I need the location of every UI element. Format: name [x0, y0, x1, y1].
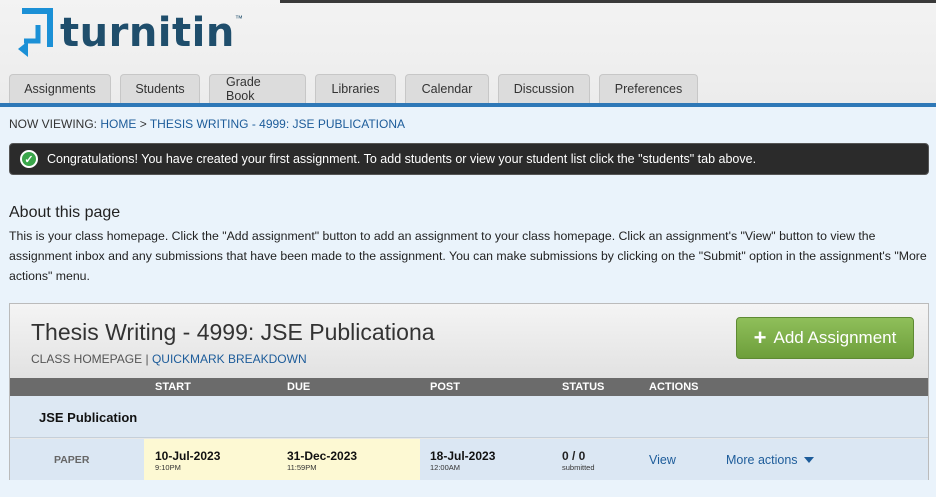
check-circle-icon: ✓	[20, 150, 38, 168]
plus-icon: +	[753, 325, 767, 350]
assignment-group-title: JSE Publication	[39, 410, 138, 425]
class-sub-links: CLASS HOMEPAGE | QUICKMARK BREAKDOWN	[31, 352, 307, 366]
start-date: 10-Jul-2023	[155, 449, 221, 463]
about-title: About this page	[9, 204, 121, 221]
assignment-group: JSE Publication	[10, 396, 928, 438]
about-description: This is your class homepage. Click the "…	[9, 229, 927, 283]
post-time: 12:00AM	[430, 463, 461, 472]
breadcrumb: NOW VIEWING: HOME > THESIS WRITING - 499…	[9, 117, 405, 131]
tab-preferences[interactable]: Preferences	[599, 74, 698, 103]
assignment-table-header: START DUE POST STATUS ACTIONS	[10, 378, 928, 396]
top-edge-shadow	[280, 0, 936, 3]
brand-name: turnitin	[60, 10, 235, 56]
more-actions-label: More actions	[726, 453, 798, 467]
add-assignment-button[interactable]: + Add Assignment	[736, 317, 914, 359]
tab-students[interactable]: Students	[120, 74, 200, 103]
more-actions-menu[interactable]: More actions	[726, 453, 814, 467]
class-homepage-label: CLASS HOMEPAGE	[31, 352, 143, 366]
tab-discussion[interactable]: Discussion	[498, 74, 590, 103]
column-status: STATUS	[562, 381, 605, 393]
class-panel: Thesis Writing - 4999: JSE Publicationa …	[9, 303, 929, 480]
add-assignment-label: Add Assignment	[773, 328, 897, 347]
tab-grade-book[interactable]: Grade Book	[209, 74, 306, 103]
submission-status-label: submitted	[562, 463, 595, 472]
turnitin-logo-icon	[18, 8, 53, 57]
breadcrumb-current-link[interactable]: THESIS WRITING - 4999: JSE PUBLICATIONA	[150, 117, 405, 131]
table-row: PAPER 10-Jul-2023 9:10PM 31-Dec-2023 11:…	[10, 439, 928, 480]
breadcrumb-prefix: NOW VIEWING:	[9, 117, 97, 131]
column-actions: ACTIONS	[649, 381, 699, 393]
start-time: 9:10PM	[155, 463, 181, 472]
column-post: POST	[430, 381, 460, 393]
class-title: Thesis Writing - 4999: JSE Publicationa	[31, 319, 435, 345]
due-time: 11:59PM	[287, 463, 317, 472]
due-date: 31-Dec-2023	[287, 449, 358, 463]
trademark-mark: ™	[234, 14, 243, 23]
turnitin-logo[interactable]: turnitin ™	[16, 4, 243, 62]
assignment-type: PAPER	[54, 454, 90, 466]
column-due: DUE	[287, 381, 311, 393]
main-tabs: Assignments Students Grade Book Librarie…	[9, 74, 707, 103]
quickmark-breakdown-link[interactable]: QUICKMARK BREAKDOWN	[152, 352, 307, 366]
sub-links-divider: |	[145, 352, 149, 366]
alert-message: Congratulations! You have created your f…	[47, 152, 757, 166]
breadcrumb-home-link[interactable]: HOME	[100, 117, 136, 131]
success-alert: ✓ Congratulations! You have created your…	[9, 143, 929, 175]
post-date: 18-Jul-2023	[430, 449, 496, 463]
view-assignment-link[interactable]: View	[649, 453, 676, 467]
tab-assignments[interactable]: Assignments	[9, 74, 111, 103]
submission-status: 0 / 0	[562, 449, 586, 463]
class-panel-header: Thesis Writing - 4999: JSE Publicationa …	[10, 304, 928, 378]
chevron-down-icon	[803, 457, 814, 463]
breadcrumb-separator: >	[139, 117, 147, 131]
column-start: START	[155, 381, 191, 393]
tab-calendar[interactable]: Calendar	[405, 74, 489, 103]
tab-libraries[interactable]: Libraries	[315, 74, 396, 103]
